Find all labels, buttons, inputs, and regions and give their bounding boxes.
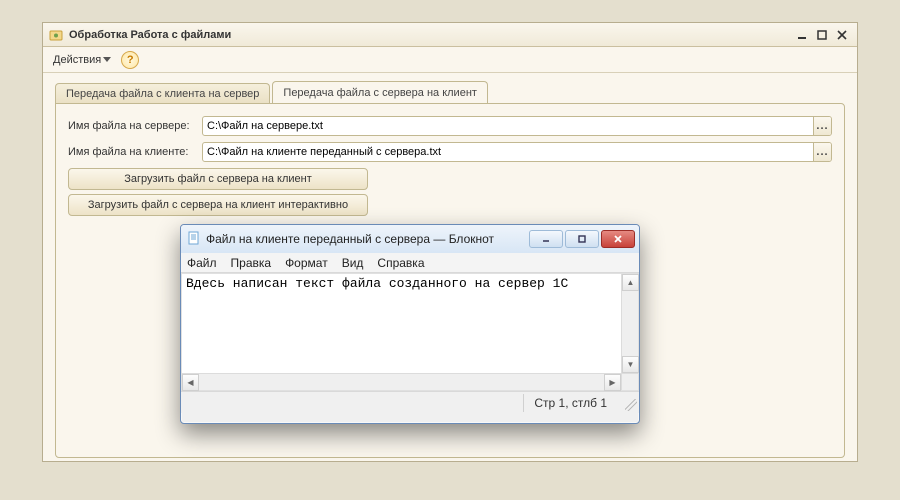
client-file-field: ... [202, 142, 832, 162]
notepad-minimize-button[interactable] [529, 230, 563, 248]
notepad-cursor-position: Стр 1, стлб 1 [523, 394, 617, 412]
vertical-scrollbar[interactable]: ▲ ▼ [621, 274, 638, 373]
actions-label: Действия [53, 54, 101, 66]
window-title: Обработка Работа с файлами [69, 29, 791, 41]
notepad-menu-edit[interactable]: Правка [231, 256, 272, 270]
app-icon [49, 28, 63, 42]
scroll-down-icon[interactable]: ▼ [622, 356, 639, 373]
scroll-up-icon[interactable]: ▲ [622, 274, 639, 291]
tab-strip: Передача файла с клиента на сервер Перед… [43, 73, 857, 103]
notepad-title: Файл на клиенте переданный с сервера — Б… [206, 232, 527, 246]
notepad-content: Вдесь написан текст файла созданного на … [182, 274, 638, 293]
maximize-button[interactable] [813, 27, 831, 43]
notepad-menubar: Файл Правка Формат Вид Справка [181, 253, 639, 273]
scroll-right-icon[interactable]: ▶ [604, 374, 621, 391]
toolbar: Действия ? [43, 47, 857, 73]
actions-menu[interactable]: Действия [49, 52, 115, 68]
notepad-maximize-button[interactable] [565, 230, 599, 248]
client-file-input[interactable] [203, 143, 813, 161]
client-file-label: Имя файла на клиенте: [68, 146, 202, 158]
titlebar: Обработка Работа с файлами [43, 23, 857, 47]
tab-client-to-server[interactable]: Передача файла с клиента на сервер [55, 83, 270, 104]
notepad-titlebar[interactable]: Файл на клиенте переданный с сервера — Б… [181, 225, 639, 253]
tab-server-to-client[interactable]: Передача файла с сервера на клиент [272, 81, 488, 103]
resize-grip-icon[interactable] [625, 399, 637, 411]
notepad-text-area[interactable]: Вдесь написан текст файла созданного на … [181, 273, 639, 391]
horizontal-scrollbar[interactable]: ◀ ▶ [182, 373, 621, 390]
scroll-left-icon[interactable]: ◀ [182, 374, 199, 391]
close-button[interactable] [833, 27, 851, 43]
notepad-menu-format[interactable]: Формат [285, 256, 328, 270]
scrollbar-corner [621, 373, 638, 390]
notepad-icon [187, 231, 201, 248]
server-file-label: Имя файла на сервере: [68, 120, 202, 132]
notepad-close-button[interactable] [601, 230, 635, 248]
notepad-menu-file[interactable]: Файл [187, 256, 217, 270]
help-button[interactable]: ? [121, 51, 139, 69]
notepad-menu-view[interactable]: Вид [342, 256, 364, 270]
notepad-statusbar: Стр 1, стлб 1 [181, 391, 639, 413]
download-button[interactable]: Загрузить файл с сервера на клиент [68, 168, 368, 190]
minimize-button[interactable] [793, 27, 811, 43]
server-file-input[interactable] [203, 117, 813, 135]
download-interactive-button[interactable]: Загрузить файл с сервера на клиент интер… [68, 194, 368, 216]
server-file-browse-button[interactable]: ... [813, 117, 831, 135]
chevron-down-icon [103, 54, 111, 66]
notepad-window: Файл на клиенте переданный с сервера — Б… [180, 224, 640, 424]
notepad-menu-help[interactable]: Справка [377, 256, 424, 270]
client-file-browse-button[interactable]: ... [813, 143, 831, 161]
server-file-field: ... [202, 116, 832, 136]
